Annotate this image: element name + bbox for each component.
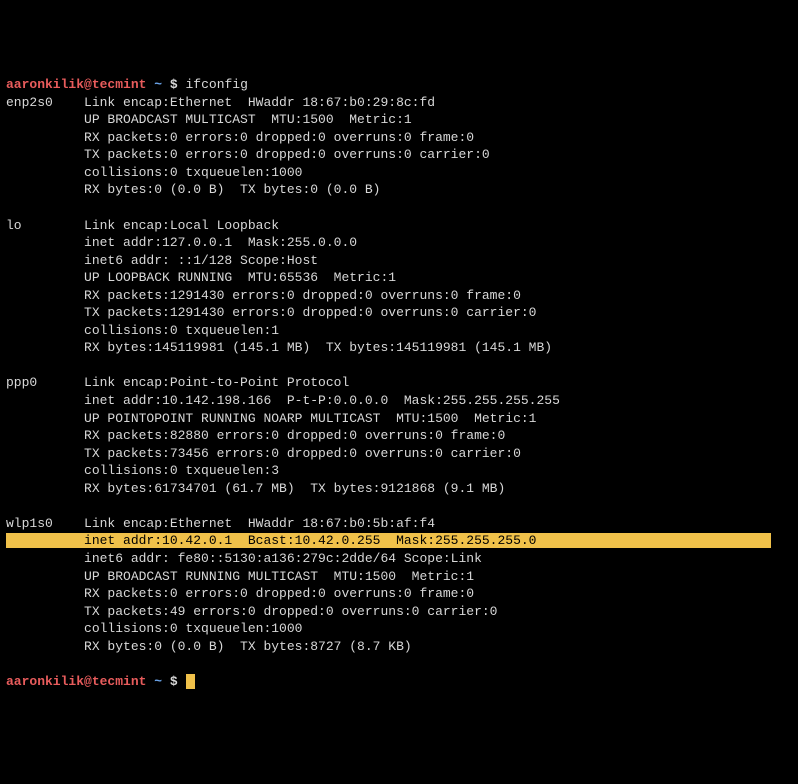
output-line: TX packets:73456 errors:0 dropped:0 over… [6, 446, 521, 461]
output-line: RX bytes:145119981 (145.1 MB) TX bytes:1… [6, 340, 552, 355]
command-text: ifconfig [186, 77, 248, 92]
output-line: RX bytes:0 (0.0 B) TX bytes:0 (0.0 B) [6, 182, 380, 197]
cursor-icon [186, 674, 195, 689]
output-line: collisions:0 txqueuelen:1 [6, 323, 279, 338]
prompt-sep: $ [170, 77, 178, 92]
prompt-path: ~ [154, 674, 162, 689]
output-line: lo Link encap:Local Loopback [6, 218, 279, 233]
output-line: UP POINTOPOINT RUNNING NOARP MULTICAST M… [6, 411, 537, 426]
output-line: wlp1s0 Link encap:Ethernet HWaddr 18:67:… [6, 516, 435, 531]
output-line: UP LOOPBACK RUNNING MTU:65536 Metric:1 [6, 270, 396, 285]
output-line: TX packets:1291430 errors:0 dropped:0 ov… [6, 305, 537, 320]
prompt-sep: $ [170, 674, 178, 689]
highlighted-line: inet addr:10.42.0.1 Bcast:10.42.0.255 Ma… [6, 533, 771, 548]
output-line: inet addr:127.0.0.1 Mask:255.0.0.0 [6, 235, 357, 250]
prompt-line-1: aaronkilik@tecmint ~ $ ifconfig [6, 77, 248, 92]
prompt-user: aaronkilik@tecmint [6, 674, 146, 689]
output-line: collisions:0 txqueuelen:1000 [6, 165, 302, 180]
prompt-path: ~ [154, 77, 162, 92]
output-line: ppp0 Link encap:Point-to-Point Protocol [6, 375, 349, 390]
prompt-line-2: aaronkilik@tecmint ~ $ [6, 674, 186, 689]
output-line: TX packets:49 errors:0 dropped:0 overrun… [6, 604, 497, 619]
prompt-user: aaronkilik@tecmint [6, 77, 146, 92]
output-line: UP BROADCAST RUNNING MULTICAST MTU:1500 … [6, 569, 474, 584]
output-line: RX bytes:61734701 (61.7 MB) TX bytes:912… [6, 481, 505, 496]
output-line: RX bytes:0 (0.0 B) TX bytes:8727 (8.7 KB… [6, 639, 412, 654]
output-line: RX packets:0 errors:0 dropped:0 overruns… [6, 130, 474, 145]
output-line: UP BROADCAST MULTICAST MTU:1500 Metric:1 [6, 112, 412, 127]
output-line: RX packets:0 errors:0 dropped:0 overruns… [6, 586, 474, 601]
terminal[interactable]: aaronkilik@tecmint ~ $ ifconfig enp2s0 L… [6, 76, 792, 690]
output: enp2s0 Link encap:Ethernet HWaddr 18:67:… [6, 94, 792, 673]
output-line: RX packets:82880 errors:0 dropped:0 over… [6, 428, 505, 443]
output-line: RX packets:1291430 errors:0 dropped:0 ov… [6, 288, 521, 303]
output-line: TX packets:0 errors:0 dropped:0 overruns… [6, 147, 490, 162]
output-line: inet addr:10.142.198.166 P-t-P:0.0.0.0 M… [6, 393, 560, 408]
output-line: enp2s0 Link encap:Ethernet HWaddr 18:67:… [6, 95, 435, 110]
output-line: inet6 addr: ::1/128 Scope:Host [6, 253, 318, 268]
output-line: inet6 addr: fe80::5130:a136:279c:2dde/64… [6, 551, 482, 566]
output-line: collisions:0 txqueuelen:3 [6, 463, 279, 478]
output-line: collisions:0 txqueuelen:1000 [6, 621, 302, 636]
